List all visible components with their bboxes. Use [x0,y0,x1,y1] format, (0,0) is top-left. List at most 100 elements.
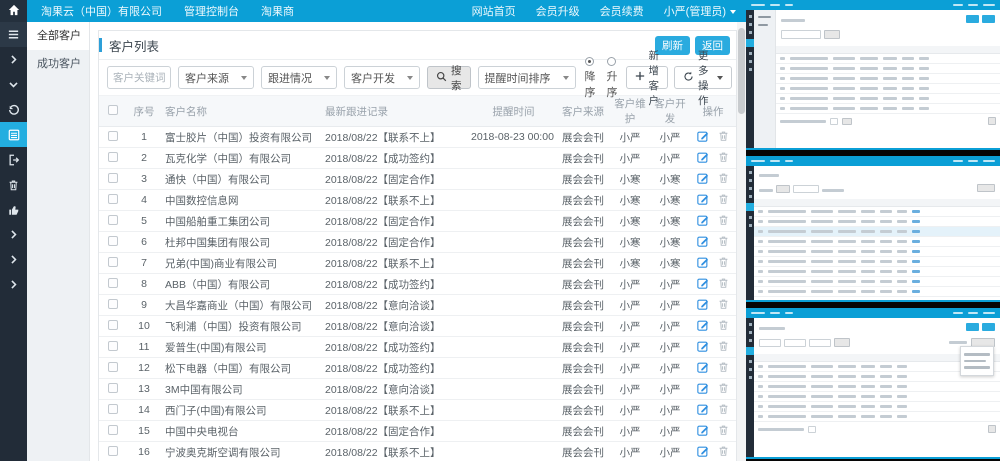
row-checkbox[interactable] [108,446,118,456]
source-select[interactable]: 客户来源 [178,66,254,89]
edit-button[interactable] [697,130,709,145]
row-checkbox[interactable] [108,299,118,309]
delete-button[interactable] [718,130,729,145]
edit-button[interactable] [697,235,709,250]
edit-button[interactable] [697,172,709,187]
delete-button[interactable] [718,382,729,397]
row-checkbox[interactable] [108,404,118,414]
delete-button[interactable] [718,340,729,355]
row-checkbox[interactable] [108,425,118,435]
sidebar-icon-button[interactable] [0,272,27,297]
sidebar-item-all-customers[interactable]: 全部客户 [27,22,89,50]
vertical-scrollbar[interactable] [737,22,746,461]
preview-window-1[interactable] [746,0,1000,150]
sidebar-icon-button[interactable] [0,172,27,197]
preview-window-2[interactable] [746,156,1000,302]
delete-button[interactable] [718,445,729,460]
followup-record: 2018/08/22【联系不上】 [321,400,471,421]
mini-table-row [776,84,1000,94]
row-checkbox[interactable] [108,383,118,393]
keyword-input[interactable] [107,66,171,89]
sidebar-icon-button[interactable] [0,147,27,172]
delete-button[interactable] [718,277,729,292]
row-checkbox[interactable] [108,194,118,204]
edit-button[interactable] [697,403,709,418]
nav-member-renew[interactable]: 会员续费 [600,3,644,19]
sidebar-icon-button[interactable] [0,247,27,272]
mini-sidebar [746,166,754,300]
edit-button[interactable] [697,277,709,292]
chevron-down-icon [407,76,413,80]
refresh-button[interactable]: 刷新 [655,36,690,55]
row-checkbox[interactable] [108,236,118,246]
sidebar-icon-button[interactable] [0,122,27,147]
more-operations-button[interactable]: 更多操作 [674,66,732,89]
row-checkbox[interactable] [108,257,118,267]
search-button[interactable]: 搜索 [427,66,471,89]
row-number: 7 [127,253,161,274]
sidebar-item-success-customers[interactable]: 成功客户 [27,50,89,78]
home-button[interactable] [0,0,27,22]
edit-button[interactable] [697,151,709,166]
edit-button[interactable] [697,298,709,313]
refresh-icon [683,71,694,85]
delete-button[interactable] [718,361,729,376]
nav-member-upgrade[interactable]: 会员升级 [536,3,580,19]
row-checkbox[interactable] [108,173,118,183]
delete-button[interactable] [718,214,729,229]
edit-button[interactable] [697,382,709,397]
edit-button[interactable] [697,340,709,355]
edit-button[interactable] [697,361,709,376]
edit-button[interactable] [697,256,709,271]
delete-button[interactable] [718,256,729,271]
edit-button[interactable] [697,424,709,439]
row-checkbox[interactable] [108,320,118,330]
sidebar-icon-button[interactable] [0,47,27,72]
delete-button[interactable] [718,172,729,187]
select-all-checkbox[interactable] [108,105,118,115]
delete-button[interactable] [718,193,729,208]
sign-out-icon [8,154,20,166]
row-checkbox[interactable] [108,362,118,372]
row-checkbox[interactable] [108,131,118,141]
delete-button[interactable] [718,403,729,418]
followup-select[interactable]: 跟进情况 [261,66,337,89]
row-number: 11 [127,337,161,358]
row-checkbox[interactable] [108,278,118,288]
preview-window-3[interactable] [746,308,1000,459]
preview-panel [746,0,1000,461]
nav-shop[interactable]: 淘果商 [261,3,294,19]
radio-asc[interactable]: 升序 [607,56,619,100]
sort-select[interactable]: 提醒时间排序 [478,66,576,89]
customer-maintainer: 小寒 [610,169,650,190]
search-icon [436,71,447,85]
scrollbar-thumb[interactable] [738,28,745,114]
develop-select[interactable]: 客户开发 [344,66,420,89]
sidebar-icon-button[interactable] [0,197,27,222]
delete-button[interactable] [718,319,729,334]
edit-button[interactable] [697,445,709,460]
delete-button[interactable] [718,298,729,313]
nav-site-home[interactable]: 网站首页 [472,3,516,19]
followup-record: 2018/08/22【联系不上】 [321,442,471,461]
delete-button[interactable] [718,151,729,166]
row-checkbox[interactable] [108,341,118,351]
add-customer-button[interactable]: 新增客户 [626,66,669,89]
row-checkbox[interactable] [108,215,118,225]
user-menu[interactable]: 小严(管理员) [664,3,736,19]
edit-button[interactable] [697,193,709,208]
sidebar-icon-button[interactable] [0,22,27,47]
nav-admin-console[interactable]: 管理控制台 [184,3,239,19]
sidebar-icon-button[interactable] [0,97,27,122]
customer-developer: 小寒 [650,211,690,232]
row-checkbox[interactable] [108,152,118,162]
edit-button[interactable] [697,319,709,334]
mini-table-row [754,227,1000,237]
nav-company[interactable]: 淘果云（中国）有限公司 [41,3,162,19]
delete-button[interactable] [718,424,729,439]
radio-desc[interactable]: 降序 [585,56,597,100]
edit-button[interactable] [697,214,709,229]
delete-button[interactable] [718,235,729,250]
sidebar-icon-button[interactable] [0,222,27,247]
sidebar-icon-button[interactable] [0,72,27,97]
